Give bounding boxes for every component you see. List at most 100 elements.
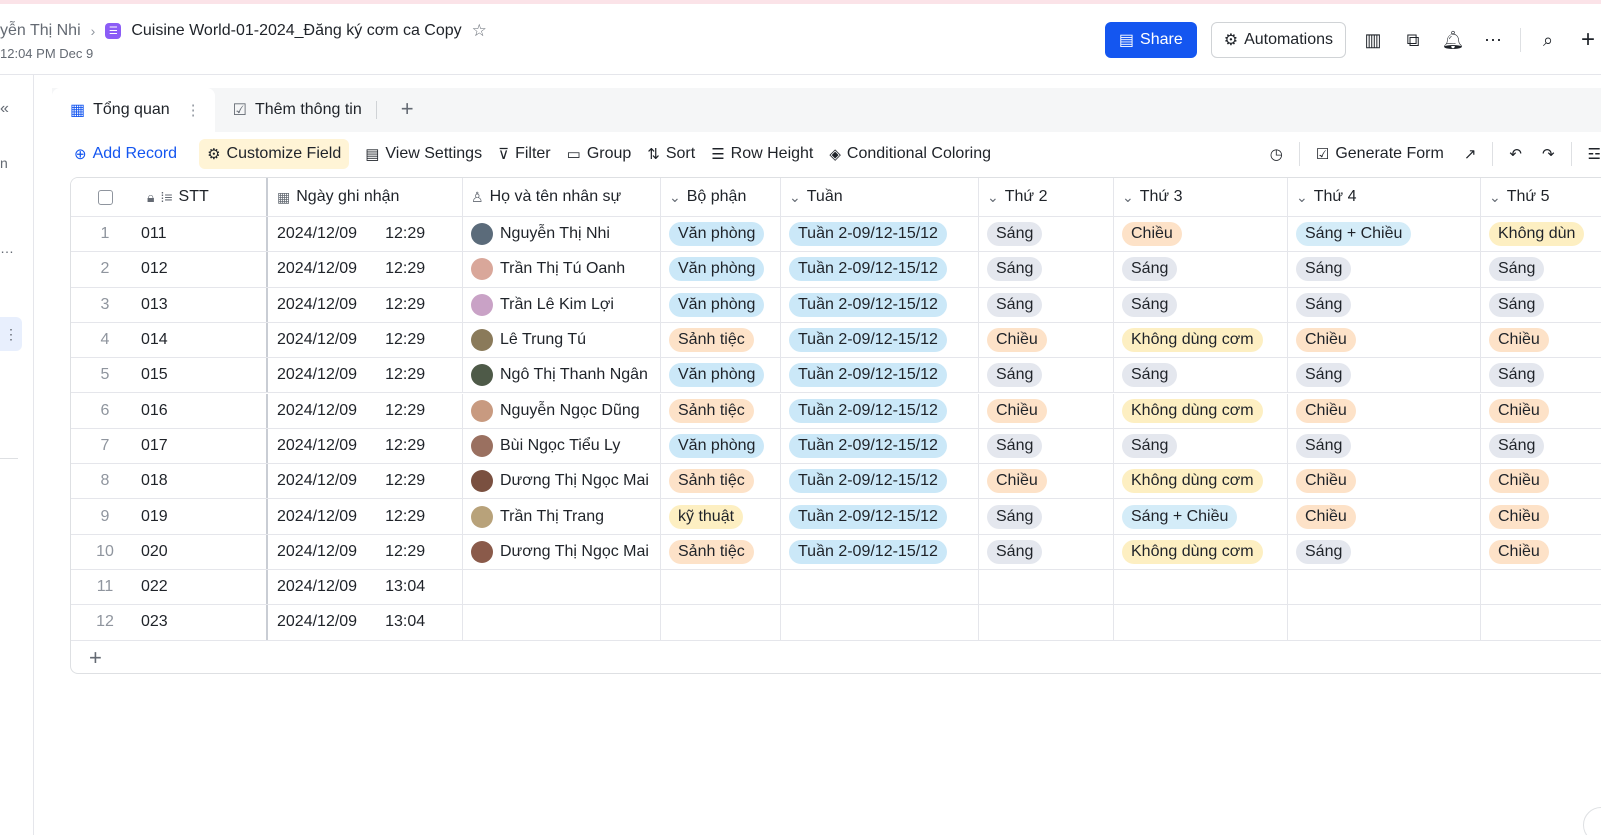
cell-name[interactable]: Dương Thị Ngọc Mai — [463, 534, 661, 569]
cell-dept[interactable]: Văn phòng — [661, 428, 781, 464]
add-view-icon[interactable]: + — [401, 96, 414, 122]
tab-tong-quan[interactable]: ▦ Tổng quan ⋮ — [52, 88, 215, 132]
cell-date[interactable]: 2024/12/09 12:29 — [269, 428, 463, 464]
cell-n[interactable]: 11 — [71, 570, 139, 604]
cell-tue[interactable]: Sáng — [1114, 358, 1288, 393]
cell-n[interactable]: 10 — [71, 535, 139, 569]
cell-dept[interactable]: Sảnh tiệc — [661, 393, 781, 428]
table-row[interactable]: 10 020 2024/12/09 12:29 Dương Thị Ngọc Mai Sả… — [71, 534, 1601, 570]
cell-mon[interactable]: Sáng — [979, 217, 1114, 252]
cell-thu[interactable]: Chiều — [1481, 535, 1601, 569]
cell-week[interactable]: Tuần 2-09/12-15/12 — [781, 358, 979, 393]
table-row[interactable]: 1 011 2024/12/09 12:29 Nguyễn Thị Nhi Văn phò… — [71, 217, 1601, 253]
sidebar-truncated-item[interactable]: … — [0, 240, 14, 256]
document-list-icon[interactable]: ▥ — [1360, 27, 1386, 53]
cell-mon[interactable]: Chiều — [979, 322, 1114, 358]
scroll-handle[interactable] — [1583, 807, 1601, 835]
cell-name[interactable]: Nguyễn Thị Nhi — [463, 217, 661, 252]
table-row[interactable]: 3 013 2024/12/09 12:29 Trần Lê Kim Lợi Văn ph… — [71, 287, 1601, 323]
cell-thu[interactable] — [1481, 570, 1601, 604]
sort-button[interactable]: ⇅ Sort — [639, 139, 703, 169]
cell-n[interactable]: 9 — [71, 499, 139, 533]
cell-thu[interactable]: Sáng — [1481, 358, 1601, 392]
cell-n[interactable]: 1 — [71, 217, 139, 251]
cell-date[interactable]: 2024/12/09 12:29 — [269, 393, 463, 428]
cell-mon[interactable]: Sáng — [979, 358, 1114, 393]
cell-dept[interactable] — [661, 605, 781, 640]
view-settings-button[interactable]: ▤ View Settings — [357, 139, 490, 169]
cell-thu[interactable]: Chiều — [1481, 499, 1601, 533]
cell-name[interactable]: Ngô Thị Thanh Ngân — [463, 358, 661, 393]
cell-n[interactable]: 3 — [71, 288, 139, 322]
cell-mon[interactable] — [979, 605, 1114, 640]
add-record-button[interactable]: ⊕ Add Record — [66, 139, 185, 169]
cell-mon[interactable]: Sáng — [979, 499, 1114, 534]
history-icon[interactable]: ◷ — [1262, 139, 1291, 169]
table-row[interactable]: 8 018 2024/12/09 12:29 Dương Thị Ngọc Mai Sản… — [71, 464, 1601, 500]
cell-mon[interactable]: Sáng — [979, 428, 1114, 464]
cell-tue[interactable] — [1114, 570, 1288, 605]
cell-thu[interactable] — [1481, 605, 1601, 639]
cell-n[interactable]: 8 — [71, 464, 139, 498]
cell-tue[interactable]: Không dùng cơm — [1114, 464, 1288, 499]
table-row[interactable]: 5 015 2024/12/09 12:29 Ngô Thị Thanh Ngân Văn… — [71, 358, 1601, 394]
row-height-button[interactable]: ☰ Row Height — [703, 139, 821, 169]
cell-thu[interactable]: Chiều — [1481, 464, 1601, 498]
cell-name[interactable]: Trần Thị Trang — [463, 499, 661, 534]
cell-thu[interactable]: Chiều — [1481, 394, 1601, 428]
cell-stt[interactable]: 020 — [139, 534, 268, 569]
cell-name[interactable] — [463, 605, 661, 640]
cell-wed[interactable]: Sáng — [1288, 428, 1481, 464]
cell-stt[interactable]: 022 — [139, 570, 268, 605]
cell-stt[interactable]: 016 — [139, 393, 268, 428]
cell-tue[interactable]: Không dùng cơm — [1114, 534, 1288, 569]
table-row[interactable]: 6 016 2024/12/09 12:29 Nguyễn Ngọc Dũng Sảnh … — [71, 393, 1601, 429]
cell-tue[interactable]: Sáng — [1114, 252, 1288, 287]
cell-date[interactable]: 2024/12/09 12:29 — [269, 252, 463, 287]
cell-dept[interactable]: Văn phòng — [661, 252, 781, 287]
undo-icon[interactable]: ↶ — [1501, 139, 1530, 169]
column-header-tue[interactable]: ⌄ Thứ 3 — [1114, 178, 1288, 216]
cell-date[interactable]: 2024/12/09 12:29 — [269, 534, 463, 569]
cell-week[interactable]: Tuần 2-09/12-15/12 — [781, 499, 979, 534]
cell-n[interactable]: 2 — [71, 252, 139, 286]
cell-stt[interactable]: 015 — [139, 358, 268, 393]
share-button[interactable]: ▤ Share — [1104, 22, 1197, 58]
cell-dept[interactable]: Văn phòng — [661, 217, 781, 252]
cell-mon[interactable]: Sáng — [979, 252, 1114, 287]
cell-mon[interactable]: Sáng — [979, 287, 1114, 322]
more-toolbar-icon[interactable]: ☲ — [1580, 139, 1601, 169]
tab-them-thong-tin[interactable]: ☑ Thêm thông tin — [215, 88, 376, 132]
cell-wed[interactable]: Sáng + Chiều — [1288, 217, 1481, 252]
table-row[interactable]: 9 019 2024/12/09 12:29 Trần Thị Trang kỹ thuậ… — [71, 499, 1601, 535]
cell-date[interactable]: 2024/12/09 12:29 — [269, 217, 463, 252]
cell-tue[interactable]: Sáng + Chiều — [1114, 499, 1288, 534]
cell-dept[interactable]: Sảnh tiệc — [661, 464, 781, 499]
bell-icon[interactable]: 🔔︎ — [1440, 27, 1466, 53]
column-header-thu[interactable]: ⌄ Thứ 5 — [1481, 178, 1601, 216]
cell-wed[interactable]: Chiều — [1288, 499, 1481, 534]
cell-wed[interactable]: Sáng — [1288, 252, 1481, 287]
cell-mon[interactable]: Chiều — [979, 393, 1114, 428]
column-header-stt[interactable]: 🔒︎ ⁞≡ STT — [139, 178, 268, 216]
cell-dept[interactable]: Sảnh tiệc — [661, 322, 781, 358]
cell-wed[interactable]: Sáng — [1288, 534, 1481, 569]
cell-dept[interactable]: Sảnh tiệc — [661, 534, 781, 569]
cell-name[interactable]: Nguyễn Ngọc Dũng — [463, 393, 661, 428]
cell-week[interactable] — [781, 570, 979, 605]
cell-week[interactable]: Tuần 2-09/12-15/12 — [781, 464, 979, 499]
cell-mon[interactable] — [979, 570, 1114, 605]
cell-week[interactable]: Tuần 2-09/12-15/12 — [781, 252, 979, 287]
collapse-sidebar-icon[interactable]: « — [0, 100, 9, 118]
more-options-icon[interactable]: ⋯ — [1480, 27, 1506, 53]
cell-tue[interactable]: Không dùng cơm — [1114, 393, 1288, 428]
column-header-name[interactable]: ♙ Họ và tên nhân sự — [463, 178, 661, 216]
cell-name[interactable]: Trần Lê Kim Lợi — [463, 287, 661, 322]
cell-tue[interactable]: Không dùng cơm — [1114, 322, 1288, 358]
cell-stt[interactable]: 013 — [139, 287, 268, 322]
cell-tue[interactable] — [1114, 605, 1288, 640]
cell-wed[interactable] — [1288, 605, 1481, 640]
cell-dept[interactable]: Văn phòng — [661, 287, 781, 322]
generate-form-button[interactable]: ☑ Generate Form — [1308, 139, 1452, 169]
table-row[interactable]: 4 014 2024/12/09 12:29 Lê Trung Tú Sảnh tiệc T… — [71, 322, 1601, 359]
